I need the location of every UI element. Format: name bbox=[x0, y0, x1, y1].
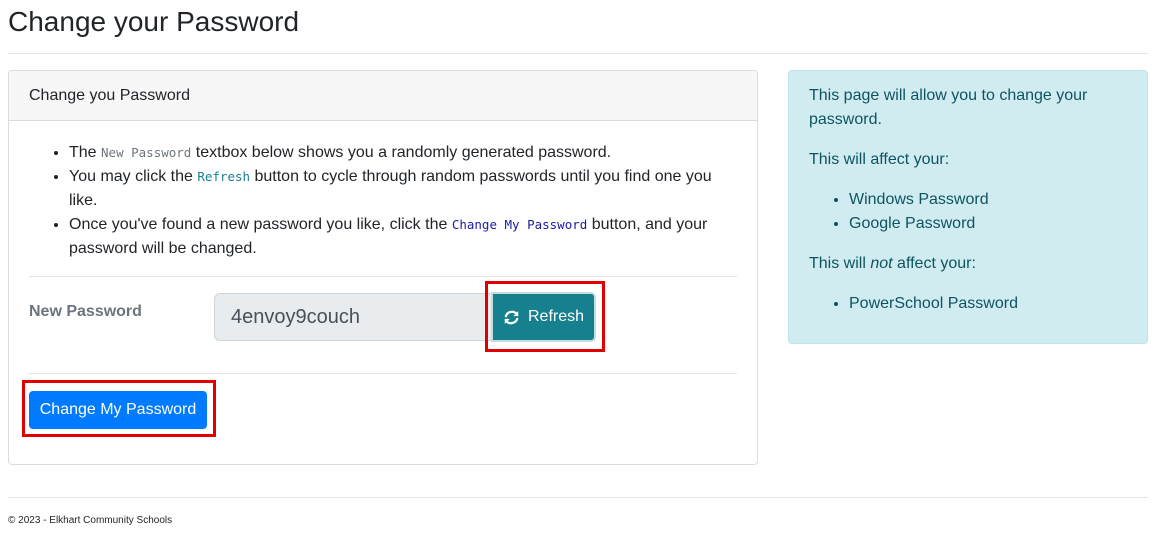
refresh-button-label: Refresh bbox=[527, 308, 585, 325]
info-intro: This page will allow you to change your … bbox=[809, 87, 1088, 128]
refresh-code: Refresh bbox=[197, 169, 251, 184]
list-item: PowerSchool Password bbox=[849, 292, 1127, 316]
info-panel: This page will allow you to change your … bbox=[788, 70, 1148, 344]
footer-divider bbox=[8, 497, 1148, 498]
section-divider bbox=[29, 276, 737, 277]
change-my-password-code: Change My Password bbox=[451, 217, 588, 232]
footer-copyright: © 2023 - Elkhart Community Schools bbox=[8, 515, 173, 526]
new-password-label: New Password bbox=[29, 303, 142, 320]
refresh-icon bbox=[503, 309, 520, 326]
affects-list: Windows Password Google Password bbox=[809, 188, 1127, 236]
instruction-item: Once you've found a new password you lik… bbox=[69, 213, 729, 261]
refresh-button[interactable]: Refresh bbox=[491, 292, 596, 342]
section-divider bbox=[29, 373, 737, 374]
card-header: Change you Password bbox=[9, 71, 757, 121]
new-password-input[interactable] bbox=[214, 293, 496, 341]
instruction-item: You may click the Refresh button to cycl… bbox=[69, 165, 729, 213]
page-title: Change your Password bbox=[8, 6, 300, 37]
not-affects-list: PowerSchool Password bbox=[809, 292, 1127, 316]
list-item: Windows Password bbox=[849, 188, 1127, 212]
title-divider bbox=[8, 53, 1148, 54]
change-my-password-button[interactable]: Change My Password bbox=[29, 391, 207, 429]
new-password-code: New Password bbox=[101, 145, 192, 160]
change-password-card: Change you Password The New Password tex… bbox=[8, 70, 758, 465]
affects-heading: This will affect your: bbox=[809, 151, 950, 168]
instruction-item: The New Password textbox below shows you… bbox=[69, 141, 729, 165]
not-affects-heading: This will not affect your: bbox=[809, 255, 976, 272]
instructions-list: The New Password textbox below shows you… bbox=[29, 141, 729, 261]
list-item: Google Password bbox=[849, 212, 1127, 236]
